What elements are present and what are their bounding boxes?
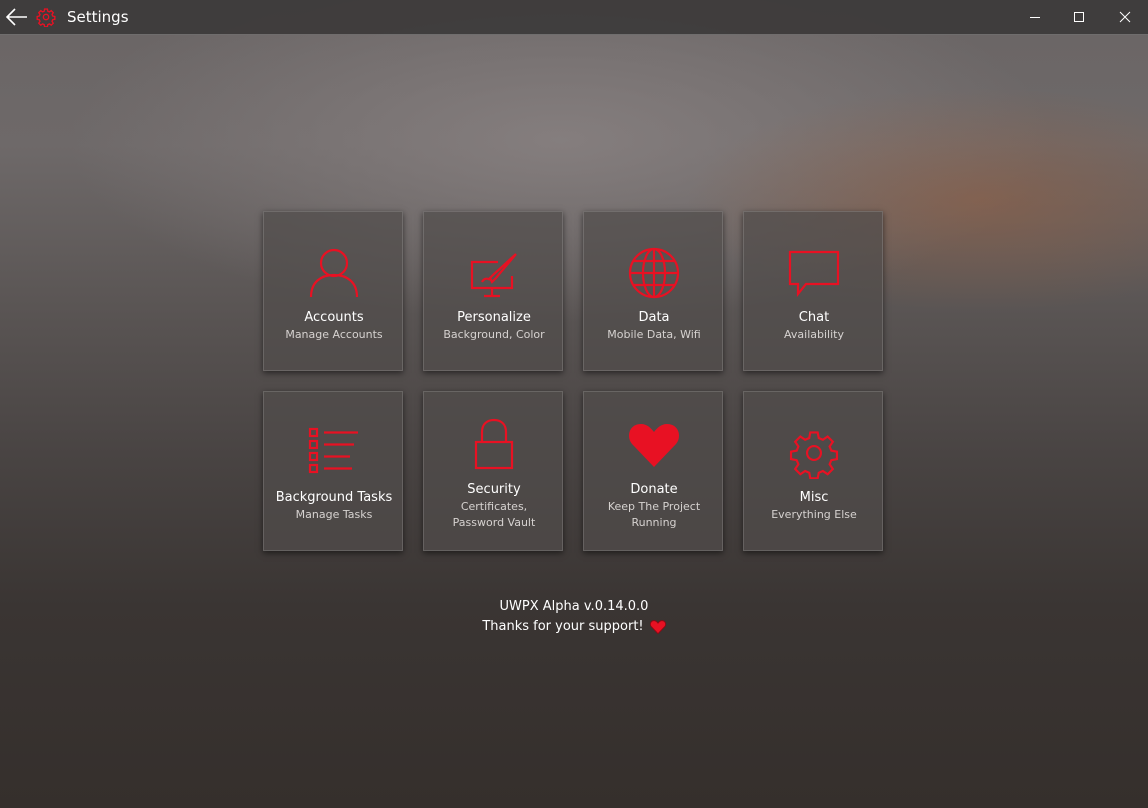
tile-label: Security	[467, 482, 521, 497]
close-icon	[1119, 11, 1131, 23]
tile-label: Data	[638, 310, 670, 325]
tile-chat[interactable]: Chat Availability	[743, 211, 883, 371]
tile-description: Manage Tasks	[295, 508, 373, 521]
gear-icon	[789, 431, 839, 479]
tile-background-tasks[interactable]: Background Tasks Manage Tasks	[263, 391, 403, 551]
person-icon	[309, 248, 359, 298]
paintbrush-monitor-icon	[470, 253, 517, 298]
heart-icon	[629, 424, 679, 467]
back-button[interactable]	[2, 3, 32, 31]
thanks-line: Thanks for your support!	[424, 617, 724, 637]
tile-personalize[interactable]: Personalize Background, Color	[423, 211, 563, 371]
tile-security[interactable]: Security Certificates, Password Vault	[423, 391, 563, 551]
tile-misc[interactable]: Misc Everything Else	[743, 391, 883, 551]
version-footer: UWPX Alpha v.0.14.0.0 Thanks for your su…	[424, 597, 724, 637]
maximize-button[interactable]	[1056, 0, 1102, 34]
tile-description: Certificates,	[460, 500, 528, 513]
version-text: UWPX Alpha v.0.14.0.0	[499, 599, 649, 614]
tile-label: Personalize	[457, 310, 531, 325]
tile-description: Manage Accounts	[285, 328, 383, 341]
tile-label: Chat	[798, 310, 830, 325]
chat-bubble-icon	[788, 250, 840, 298]
checklist-icon	[308, 427, 358, 474]
tile-description: Background, Color	[443, 328, 545, 341]
back-arrow-icon	[6, 8, 27, 26]
title-bar: Settings	[0, 0, 1148, 35]
tile-donate[interactable]: Donate Keep The Project Running	[583, 391, 723, 551]
thanks-text: Thanks for your support!	[482, 619, 644, 634]
globe-icon	[628, 247, 680, 299]
tile-description: Availability	[784, 328, 844, 341]
minimize-button[interactable]	[1012, 0, 1058, 34]
maximize-icon	[1074, 12, 1084, 22]
tile-label: Background Tasks	[275, 490, 393, 505]
lock-icon	[474, 418, 514, 470]
heart-icon	[649, 619, 666, 634]
settings-grid: Accounts Manage Accounts Personalize Bac…	[263, 211, 885, 553]
tile-label: Misc	[799, 490, 829, 505]
tile-label: Donate	[630, 482, 678, 497]
tile-label: Accounts	[304, 310, 364, 325]
tile-description-line2: Password Vault	[452, 516, 536, 529]
tile-description: Mobile Data, Wifi	[607, 328, 701, 341]
window-title: Settings	[67, 8, 129, 26]
settings-window: Settings Accounts Manage Accounts Person…	[0, 0, 1148, 808]
tile-accounts[interactable]: Accounts Manage Accounts	[263, 211, 403, 371]
close-button[interactable]	[1102, 0, 1148, 34]
gear-icon	[36, 8, 56, 27]
tile-data[interactable]: Data Mobile Data, Wifi	[583, 211, 723, 371]
minimize-icon	[1030, 17, 1040, 18]
tile-description: Keep The Project	[607, 500, 701, 513]
tile-description: Everything Else	[771, 508, 857, 521]
tile-description-line2: Running	[631, 516, 677, 529]
